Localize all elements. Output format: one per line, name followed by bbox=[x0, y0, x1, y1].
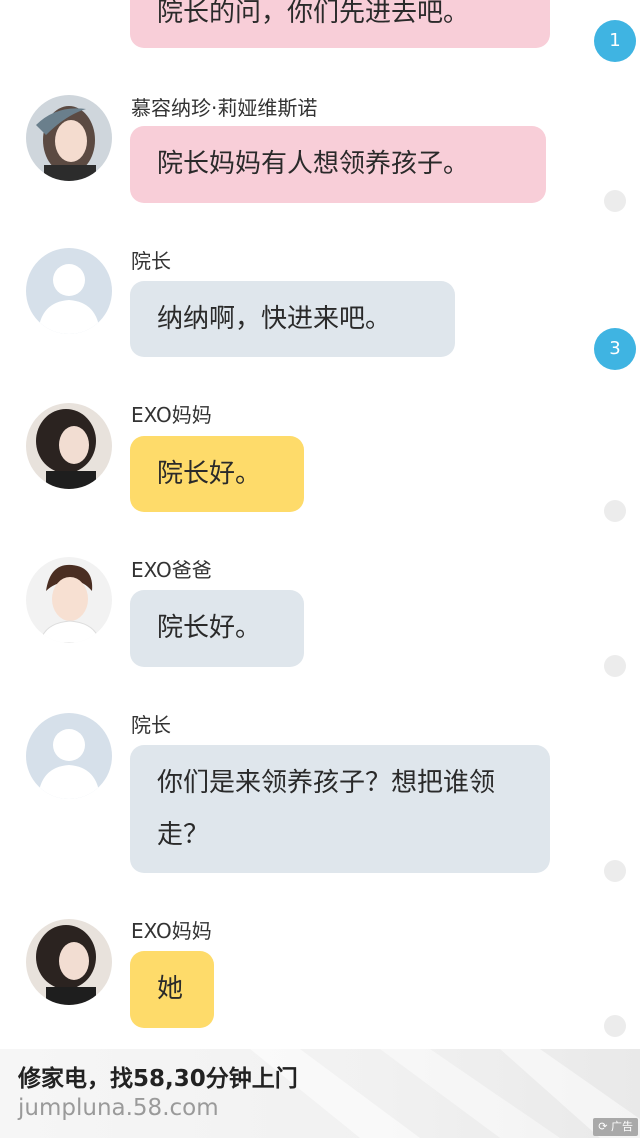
comment-dot[interactable] bbox=[604, 860, 626, 882]
ad-refresh-icon: ⟳ bbox=[598, 1120, 611, 1133]
comment-dot[interactable] bbox=[604, 1015, 626, 1037]
sender-name: EXO妈妈 bbox=[131, 403, 212, 427]
avatar-girl[interactable] bbox=[26, 95, 112, 181]
ad-title[interactable]: 修家电，找58,30分钟上门 bbox=[18, 1059, 298, 1093]
avatar-father[interactable] bbox=[26, 557, 112, 643]
sender-name: 院长 bbox=[131, 249, 171, 273]
comment-dot[interactable] bbox=[604, 655, 626, 677]
ad-url[interactable]: jumpluna.58.com bbox=[18, 1095, 219, 1121]
ad-label-text: 广告 bbox=[611, 1120, 633, 1133]
comment-dot[interactable] bbox=[604, 190, 626, 212]
comment-count-badge[interactable]: 1 bbox=[594, 20, 636, 62]
ad-label[interactable]: ⟳ 广告 bbox=[593, 1118, 638, 1136]
message-bubble[interactable]: 院长妈妈有人想领养孩子。 bbox=[130, 126, 546, 203]
message-bubble[interactable]: 院长好。 bbox=[130, 436, 304, 512]
avatar-default[interactable] bbox=[26, 713, 112, 799]
avatar-mother[interactable] bbox=[26, 919, 112, 1005]
message-bubble[interactable]: 纳纳啊，快进来吧。 bbox=[130, 281, 455, 357]
comment-count-badge[interactable]: 3 bbox=[594, 328, 636, 370]
sender-name: EXO爸爸 bbox=[131, 558, 212, 582]
comment-dot[interactable] bbox=[604, 500, 626, 522]
avatar-mother[interactable] bbox=[26, 403, 112, 489]
message-bubble[interactable]: 你们是来领养孩子？想把谁领走？ bbox=[130, 745, 550, 873]
sender-name: 院长 bbox=[131, 713, 171, 737]
sender-name: EXO妈妈 bbox=[131, 919, 212, 943]
message-bubble[interactable]: 院长的问，你们先进去吧。 bbox=[130, 0, 550, 48]
ad-banner[interactable]: 修家电，找58,30分钟上门 jumpluna.58.com ⟳ 广告 bbox=[0, 1049, 640, 1138]
message-bubble[interactable]: 院长好。 bbox=[130, 590, 304, 667]
avatar-default[interactable] bbox=[26, 248, 112, 334]
sender-name: 慕容纳珍·莉娅维斯诺 bbox=[131, 96, 318, 120]
message-bubble[interactable]: 她 bbox=[130, 951, 214, 1028]
